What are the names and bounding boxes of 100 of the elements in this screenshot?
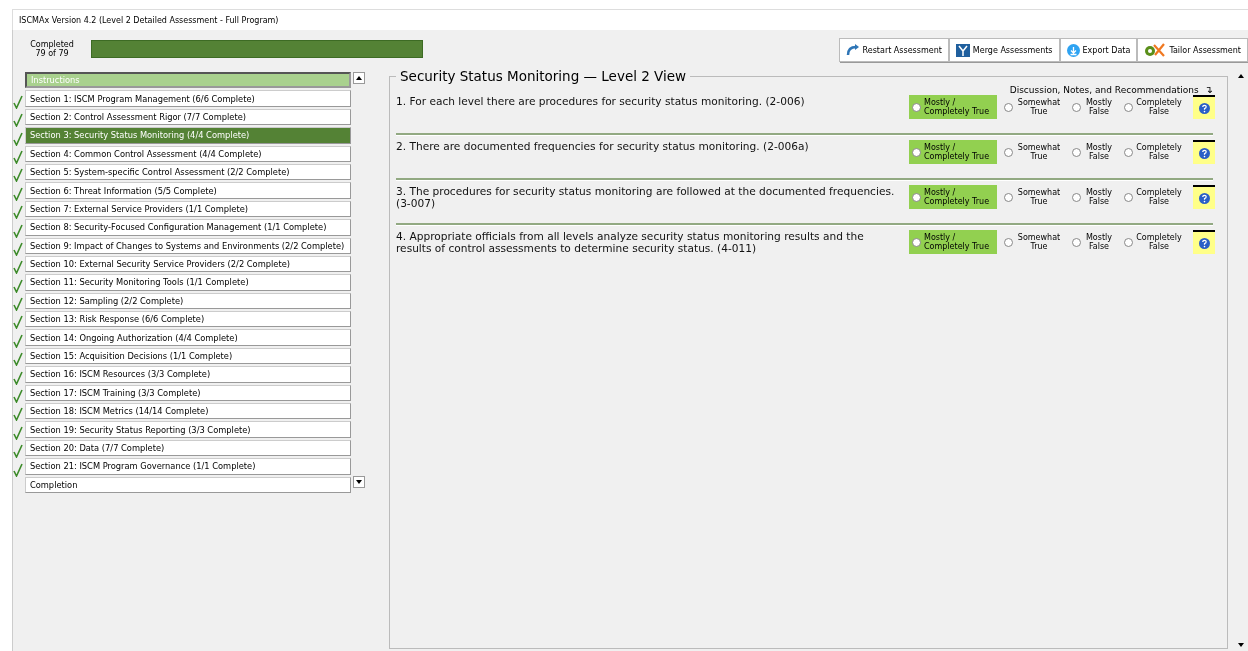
check-icon xyxy=(13,444,23,459)
merge-icon xyxy=(955,43,970,57)
check-icon xyxy=(13,370,23,385)
radio-icon xyxy=(1072,147,1081,157)
sidebar-item[interactable]: Section 4: Common Control Assessment (4/4 Complete) xyxy=(24,145,351,162)
notes-marker: ↴ xyxy=(1204,84,1213,95)
help-icon xyxy=(1198,102,1210,114)
sidebar-item[interactable]: Section 19: Security Status Reporting (3/3 Complete) xyxy=(24,421,351,438)
answer-option[interactable]: Mostly False xyxy=(1069,185,1117,209)
help-button[interactable] xyxy=(1193,95,1215,119)
progress-label: Completed xyxy=(30,40,74,49)
answer-option[interactable]: Mostly / Completely True xyxy=(909,140,997,164)
radio-icon xyxy=(1004,102,1013,112)
answer-option[interactable]: Completely False xyxy=(1121,230,1185,254)
sidebar-item[interactable]: Section 15: Acquisition Decisions (1/1 Complete) xyxy=(24,347,351,365)
sidebar-item[interactable]: Section 18: ISCM Metrics (14/14 Complete) xyxy=(24,403,351,420)
check-icon xyxy=(13,260,23,275)
redo-arrow-icon xyxy=(845,44,860,56)
sidebar-item[interactable]: Completion xyxy=(24,476,351,493)
help-button[interactable] xyxy=(1193,185,1215,209)
panel-title: Security Status Monitoring — Level 2 View xyxy=(399,68,688,84)
help-button[interactable] xyxy=(1193,140,1215,164)
check-icon xyxy=(13,407,23,422)
sidebar-item[interactable]: Section 9: Impact of Changes to Systems and Environments (2/2 Complete) xyxy=(24,237,351,254)
radio-icon xyxy=(1072,192,1081,202)
answer-option[interactable]: Somewhat True xyxy=(1001,140,1065,164)
check-icon xyxy=(13,389,23,404)
answer-option[interactable]: Mostly / Completely True xyxy=(909,230,997,254)
sidebar-item[interactable]: Section 1: ISCM Program Management (6/6 Complete) xyxy=(24,90,351,107)
radio-icon xyxy=(1004,237,1013,247)
scroll-up-icon xyxy=(1238,74,1244,78)
sidebar-item[interactable]: Section 3: Security Status Monitoring (4/4 Complete) xyxy=(24,127,351,144)
sidebar-item[interactable]: Section 8: Security-Focused Configuration Management (1/1 Complete) xyxy=(24,219,351,236)
toolbar-button[interactable]: Tailor Assessment xyxy=(1137,38,1248,62)
check-icon xyxy=(13,315,23,330)
answer-option[interactable]: Mostly / Completely True xyxy=(909,95,997,119)
question-text: 3. The procedures for security status monitoring are followed at the documented frequencies. (3-007) xyxy=(396,185,896,209)
help-button[interactable] xyxy=(1193,230,1215,254)
check-icon xyxy=(13,278,23,293)
scroll-down-icon xyxy=(356,480,362,484)
toolbar-button[interactable]: Restart Assessment xyxy=(838,38,949,62)
answer-option[interactable]: Mostly / Completely True xyxy=(909,185,997,209)
question-text: 1. For each level there are procedures for security status monitoring. (2-006) xyxy=(396,95,806,107)
radio-icon xyxy=(1072,237,1081,247)
check-icon xyxy=(13,205,23,220)
sidebar-item[interactable]: Section 16: ISCM Resources (3/3 Complete) xyxy=(24,366,351,383)
radio-icon xyxy=(912,192,921,202)
answer-option[interactable]: Somewhat True xyxy=(1001,95,1065,119)
sidebar-item[interactable]: Section 5: System-specific Control Assessment (2/2 Complete) xyxy=(24,163,351,181)
scroll-down-button[interactable] xyxy=(353,476,365,488)
sidebar-item[interactable]: Section 13: Risk Response (6/6 Complete) xyxy=(24,311,351,328)
question-text: 4. Appropriate officials from all levels analyze security status monitoring results and the results of control assessments to determine security status. (4-011) xyxy=(396,230,865,254)
check-icon xyxy=(13,131,23,146)
answer-option[interactable]: Mostly False xyxy=(1069,230,1117,254)
answer-option[interactable]: Somewhat True xyxy=(1001,230,1065,254)
help-icon xyxy=(1198,147,1210,159)
sidebar-item[interactable]: Section 21: ISCM Program Governance (1/1 Complete) xyxy=(24,458,351,475)
toolbar-button[interactable]: Merge Assessments xyxy=(948,38,1060,62)
question-text: 2. There are documented frequencies for security status monitoring. (2-006a) xyxy=(396,140,810,152)
radio-icon xyxy=(1124,147,1133,157)
sidebar-item[interactable]: Section 6: Threat Information (5/5 Complete) xyxy=(24,182,351,199)
sidebar-item[interactable]: Section 17: ISCM Training (3/3 Complete) xyxy=(24,384,351,402)
help-icon xyxy=(1198,237,1210,249)
check-icon xyxy=(13,94,23,109)
answer-option[interactable]: Somewhat True xyxy=(1001,185,1065,209)
check-icon xyxy=(13,352,23,367)
radio-icon xyxy=(1004,192,1013,202)
export-icon xyxy=(1066,43,1080,57)
radio-icon xyxy=(1124,192,1133,202)
radio-icon xyxy=(1004,147,1013,157)
notes-heading: Discussion, Notes, and Recommendations xyxy=(1009,84,1199,95)
check-icon xyxy=(13,297,23,312)
help-icon xyxy=(1198,192,1210,204)
scroll-up-button[interactable] xyxy=(353,72,365,84)
radio-icon xyxy=(912,147,921,157)
sidebar-item[interactable]: Section 20: Data (7/7 Complete) xyxy=(24,439,351,457)
answer-option[interactable]: Completely False xyxy=(1121,185,1185,209)
check-icon xyxy=(13,425,23,440)
sidebar-item[interactable]: Section 14: Ongoing Authorization (4/4 Complete) xyxy=(24,329,351,346)
toolbar-button[interactable]: Export Data xyxy=(1059,38,1138,62)
check-icon xyxy=(13,168,23,183)
check-icon xyxy=(13,113,23,128)
answer-option[interactable]: Completely False xyxy=(1121,95,1185,119)
check-icon xyxy=(13,149,23,164)
window-title: ISCMAx Version 4.2 (Level 2 Detailed Assessment - Full Program) xyxy=(19,15,279,25)
sidebar-item[interactable]: Section 12: Sampling (2/2 Complete) xyxy=(24,292,351,310)
sidebar-item[interactable]: Section 7: External Service Providers (1/1 Complete) xyxy=(24,200,351,218)
scroll-up-icon xyxy=(356,76,362,80)
answer-option[interactable]: Mostly False xyxy=(1069,95,1117,119)
radio-icon xyxy=(1124,102,1133,112)
sidebar-item[interactable]: Section 10: External Security Service Providers (2/2 Complete) xyxy=(24,255,351,273)
answer-option[interactable]: Mostly False xyxy=(1069,140,1117,164)
tools-icon xyxy=(1144,43,1167,57)
radio-icon xyxy=(912,102,921,112)
sidebar-item[interactable]: Section 11: Security Monitoring Tools (1/1 Complete) xyxy=(24,274,351,291)
progress-count: 79 of 79 xyxy=(35,49,69,58)
answer-option[interactable]: Completely False xyxy=(1121,140,1185,164)
check-icon xyxy=(13,241,23,256)
radio-icon xyxy=(1072,102,1081,112)
sidebar-item[interactable]: Section 2: Control Assessment Rigor (7/7 Complete) xyxy=(24,108,351,126)
